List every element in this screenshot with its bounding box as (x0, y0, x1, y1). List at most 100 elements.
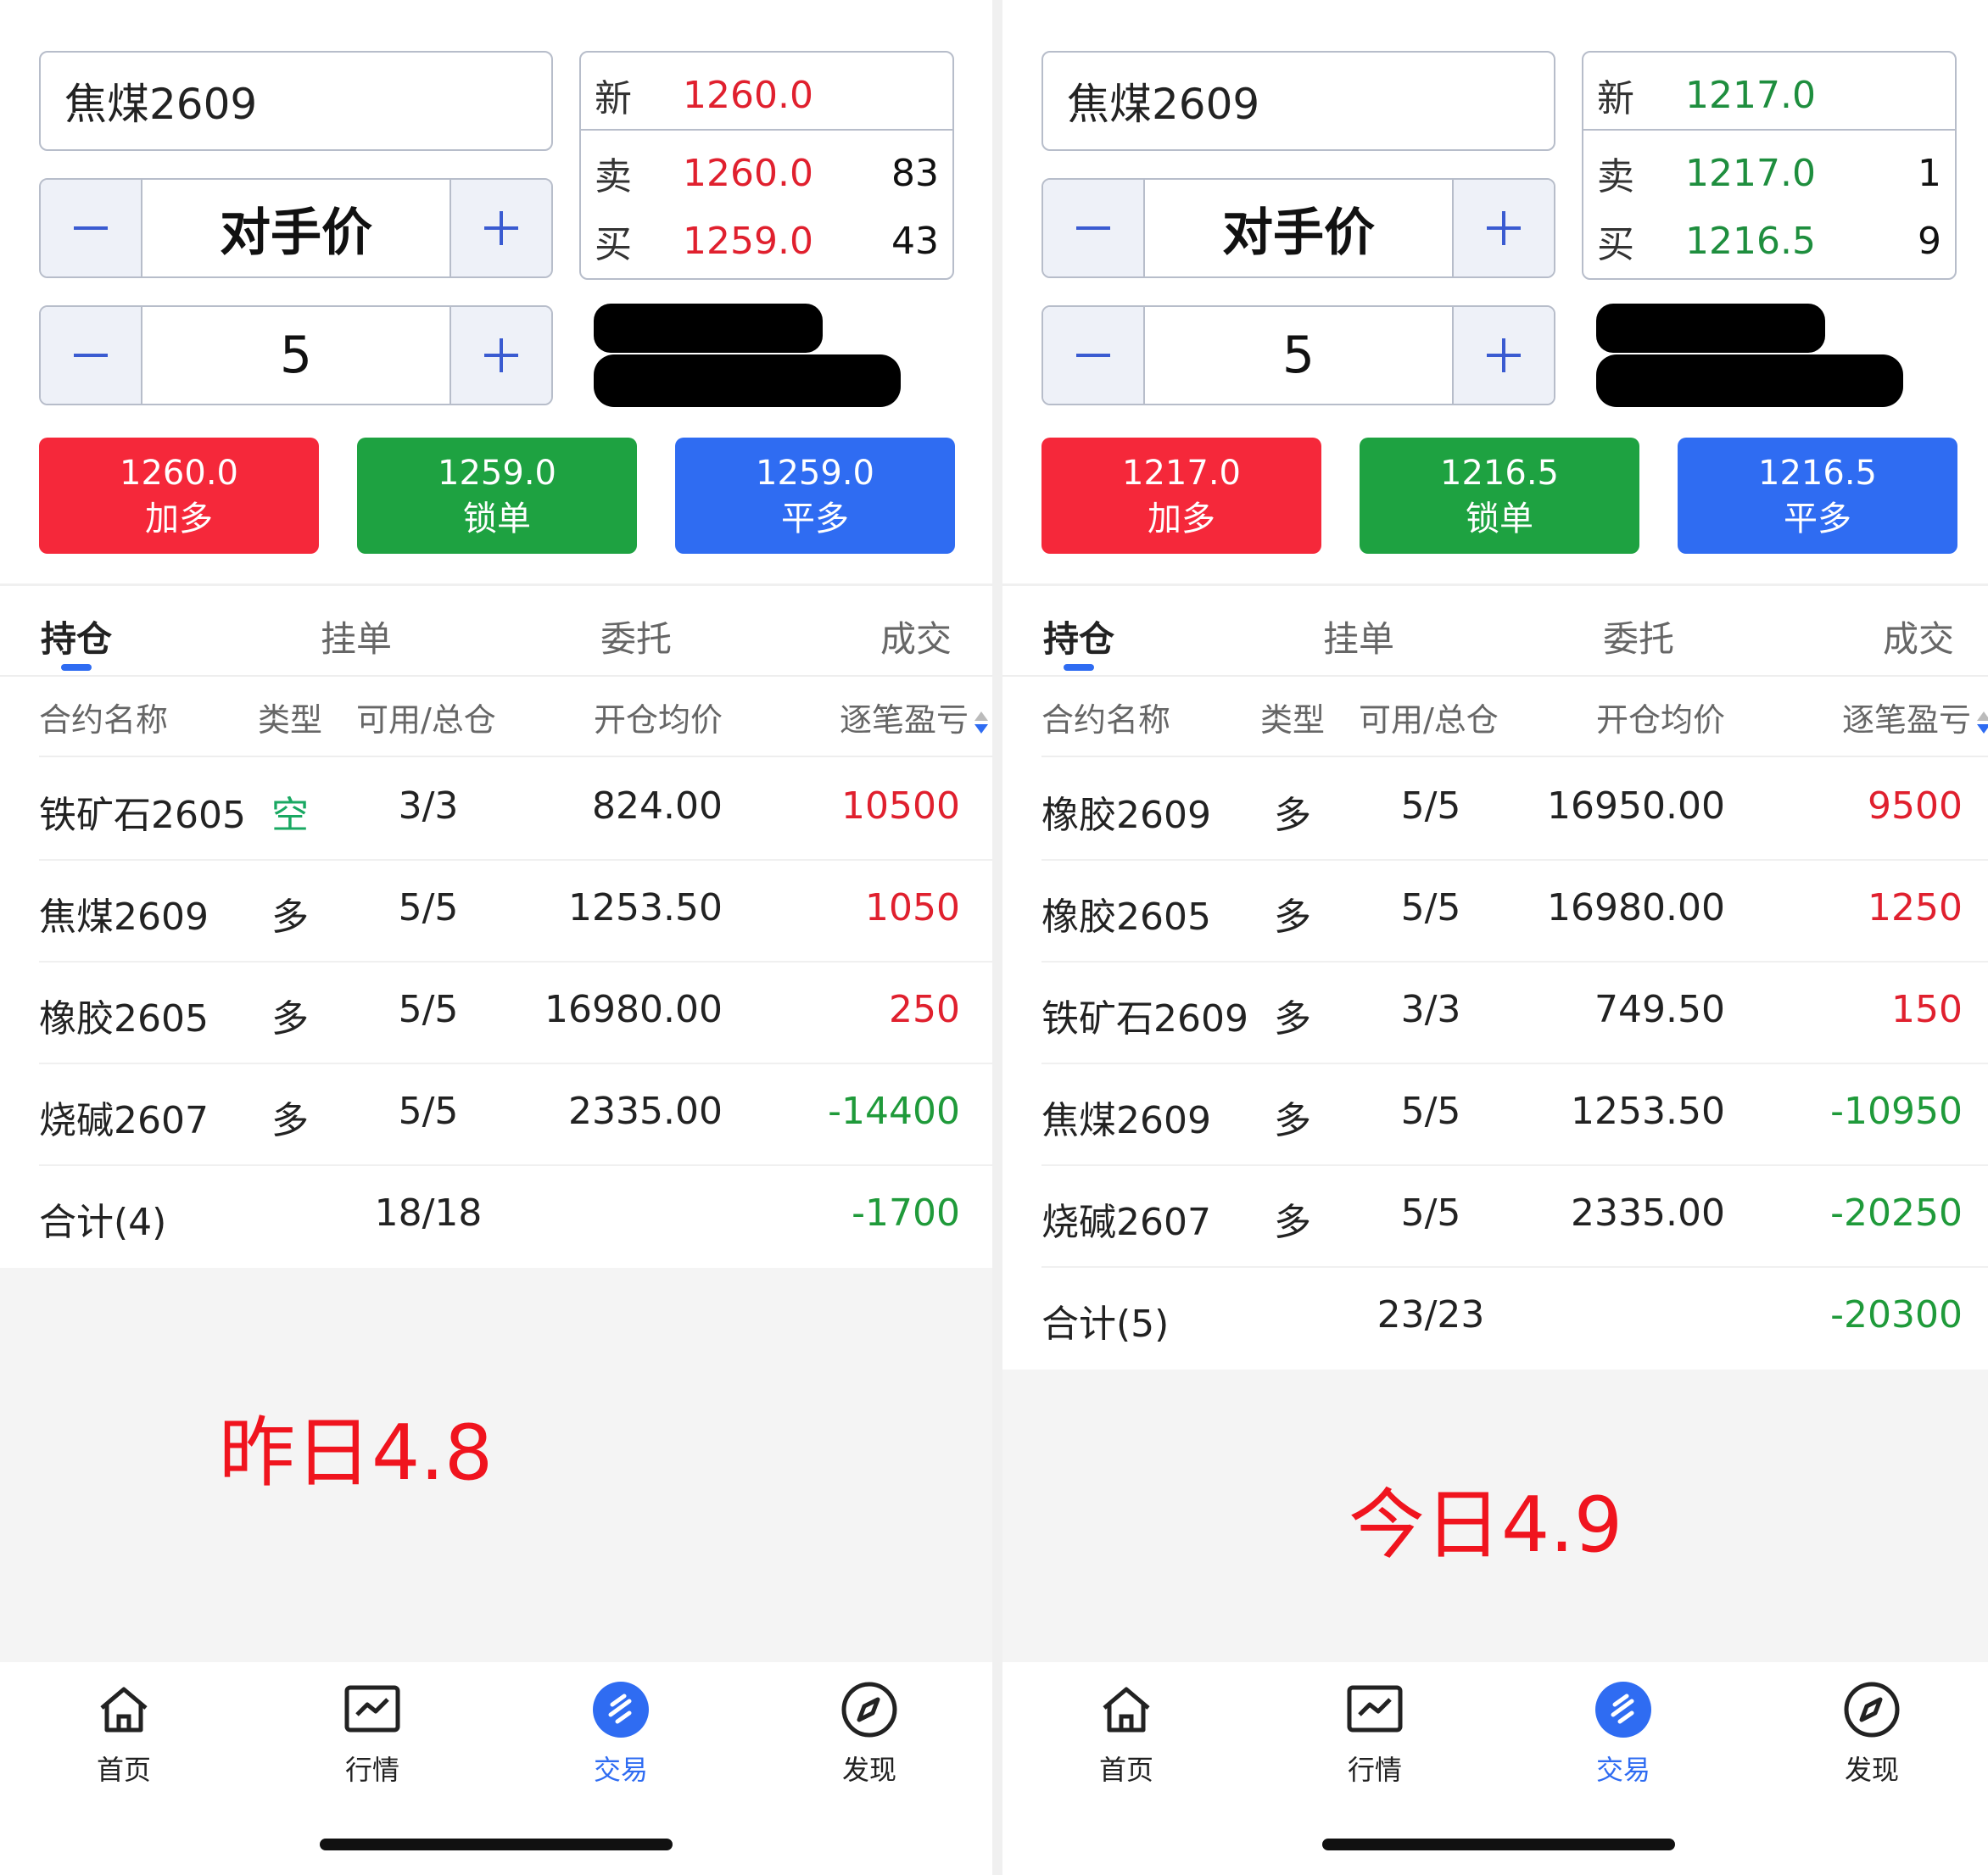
nav-market[interactable]: 行情 (1315, 1679, 1434, 1788)
close-long-label: 平多 (1784, 499, 1851, 539)
table-row[interactable]: 焦煤2609 多 5/5 1253.50 1050 (0, 861, 992, 963)
quantity-decrement-button[interactable] (41, 307, 142, 404)
row-available: 5/5 (1400, 784, 1461, 828)
quote-ask-volume: 1 (1918, 151, 1941, 195)
add-long-button[interactable]: 1260.0 加多 (39, 438, 319, 554)
row-type: 多 (271, 1099, 309, 1142)
row-avg-price: 16980.00 (1547, 886, 1725, 929)
column-header-available: 可用/总仓 (356, 701, 496, 739)
redaction-mark (1596, 304, 1825, 353)
header-divider (1041, 756, 1988, 757)
quantity-increment-button[interactable] (1452, 307, 1554, 404)
tab-trades[interactable]: 成交 (1883, 611, 1954, 662)
quantity-input[interactable]: 5 (1145, 307, 1452, 404)
row-avg-price: 16950.00 (1547, 784, 1725, 828)
sort-icon[interactable] (974, 710, 989, 735)
table-row[interactable]: 橡胶2609 多 5/5 16950.00 9500 (1002, 759, 1988, 861)
row-contract: 烧碱2607 (39, 1099, 209, 1142)
row-type: 多 (1274, 1201, 1311, 1244)
quote-latest-label: 新 (1597, 77, 1634, 120)
close-long-price: 1216.5 (1758, 453, 1877, 493)
table-row[interactable]: 橡胶2605 多 5/5 16980.00 250 (0, 963, 992, 1064)
lock-button[interactable]: 1259.0 锁单 (357, 438, 637, 554)
tab-positions[interactable]: 持仓 (1043, 611, 1114, 662)
quote-ask-label: 卖 (595, 155, 632, 198)
tab-orders[interactable]: 委托 (1603, 611, 1674, 662)
tab-pending[interactable]: 挂单 (321, 611, 392, 662)
quote-ask-price: 1217.0 (1685, 151, 1816, 195)
quantity-input[interactable]: 5 (142, 307, 450, 404)
quantity-decrement-button[interactable] (1043, 307, 1145, 404)
sort-icon[interactable] (1976, 710, 1988, 735)
price-mode-value[interactable]: 对手价 (1145, 180, 1452, 276)
nav-market[interactable]: 行情 (313, 1679, 432, 1788)
table-row[interactable]: 橡胶2605 多 5/5 16980.00 1250 (1002, 861, 1988, 963)
add-long-button[interactable]: 1217.0 加多 (1041, 438, 1321, 554)
price-decrement-button[interactable] (41, 180, 142, 276)
column-header-contract: 合约名称 (1041, 701, 1171, 739)
table-row[interactable]: 铁矿石2609 多 3/3 749.50 150 (1002, 963, 1988, 1064)
redaction-mark (594, 354, 901, 407)
nav-trade[interactable]: 交易 (561, 1679, 680, 1788)
row-avg-price: 749.50 (1594, 988, 1725, 1031)
table-total-row: 合计(4) 18/18 -1700 (0, 1166, 992, 1268)
row-available: 5/5 (1400, 886, 1461, 929)
row-contract: 橡胶2605 (39, 997, 209, 1041)
quote-latest-row: 新 1217.0 (1583, 68, 1955, 122)
plus-icon (1487, 211, 1521, 245)
close-long-button[interactable]: 1259.0 平多 (675, 438, 955, 554)
nav-trade-label: 交易 (593, 1754, 648, 1786)
nav-home-label: 首页 (1098, 1754, 1153, 1786)
nav-trade[interactable]: 交易 (1564, 1679, 1683, 1788)
table-row[interactable]: 铁矿石2605 空 3/3 824.00 10500 (0, 759, 992, 861)
column-header-avg-price: 开仓均价 (1595, 701, 1725, 739)
price-decrement-button[interactable] (1043, 180, 1145, 276)
quantity-increment-button[interactable] (450, 307, 551, 404)
quote-bid-volume: 9 (1918, 219, 1941, 263)
row-avg-price: 1253.50 (568, 886, 723, 929)
nav-home[interactable]: 首页 (1067, 1679, 1186, 1788)
column-header-contract: 合约名称 (39, 701, 169, 739)
plus-icon (1487, 338, 1521, 372)
tab-orders[interactable]: 委托 (600, 611, 672, 662)
contract-selector[interactable]: 焦煤2609 (39, 51, 553, 151)
quote-panel: 新 1217.0 卖 1217.0 1 买 1216.5 9 (1582, 51, 1957, 280)
tab-positions[interactable]: 持仓 (41, 611, 112, 662)
home-indicator (1322, 1839, 1675, 1850)
annotation-area: 昨日4.8 (0, 1268, 992, 1662)
total-available: 23/23 (1377, 1293, 1485, 1336)
price-increment-button[interactable] (450, 180, 551, 276)
tabs-divider (0, 675, 992, 677)
quote-bid-price: 1216.5 (1685, 219, 1816, 263)
nav-discover[interactable]: 发现 (1812, 1679, 1931, 1788)
price-increment-button[interactable] (1452, 180, 1554, 276)
price-mode-value[interactable]: 对手价 (142, 180, 450, 276)
column-header-pnl[interactable]: 逐笔盈亏 (840, 694, 989, 740)
quote-bid-price: 1259.0 (683, 219, 813, 263)
annotation-label: 昨日4.8 (219, 1409, 494, 1498)
column-header-pnl-label: 逐笔盈亏 (839, 701, 969, 739)
table-row[interactable]: 焦煤2609 多 5/5 1253.50 -10950 (1002, 1064, 1988, 1166)
plus-icon (484, 338, 518, 372)
nav-home[interactable]: 首页 (64, 1679, 183, 1788)
row-pnl: 1050 (865, 886, 960, 929)
home-icon (1103, 1687, 1150, 1733)
chart-icon (344, 1685, 400, 1733)
nav-discover[interactable]: 发现 (810, 1679, 929, 1788)
table-row[interactable]: 烧碱2607 多 5/5 2335.00 -20250 (1002, 1166, 1988, 1268)
contract-selector[interactable]: 焦煤2609 (1041, 51, 1555, 151)
quote-latest-row: 新 1260.0 (581, 68, 952, 122)
table-row[interactable]: 烧碱2607 多 5/5 2335.00 -14400 (0, 1064, 992, 1166)
price-mode-stepper: 对手价 (39, 178, 553, 278)
close-long-button[interactable]: 1216.5 平多 (1678, 438, 1957, 554)
row-available: 5/5 (398, 886, 459, 929)
quote-ask-row: 卖 1260.0 83 (581, 146, 952, 200)
row-type: 多 (271, 997, 309, 1041)
column-header-pnl[interactable]: 逐笔盈亏 (1842, 694, 1988, 740)
tab-trades[interactable]: 成交 (880, 611, 952, 662)
order-tabs: 持仓 挂单 委托 成交 (0, 594, 992, 674)
tab-pending[interactable]: 挂单 (1323, 611, 1394, 662)
row-type: 空 (271, 794, 309, 837)
lock-button[interactable]: 1216.5 锁单 (1360, 438, 1639, 554)
chart-icon (1347, 1685, 1403, 1733)
